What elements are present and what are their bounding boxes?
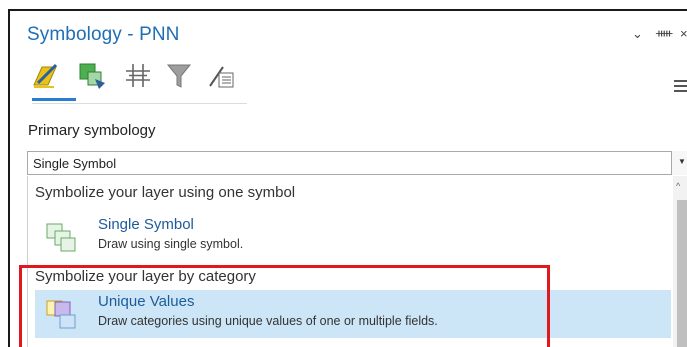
vertical-scrollbar[interactable]: ^ bbox=[673, 176, 687, 347]
primary-symbology-icon[interactable] bbox=[30, 59, 62, 91]
active-tab-indicator bbox=[32, 98, 76, 101]
option-description: Draw using single symbol. bbox=[98, 237, 244, 251]
vary-symbology-icon[interactable] bbox=[75, 59, 107, 91]
section-label: Primary symbology bbox=[28, 122, 156, 139]
option-description: Draw categories using unique values of o… bbox=[98, 314, 438, 328]
option-title: Single Symbol bbox=[98, 216, 194, 233]
filter-icon[interactable] bbox=[163, 59, 195, 91]
menu-icon[interactable] bbox=[674, 80, 687, 95]
option-single-symbol[interactable]: Single Symbol Draw using single symbol. bbox=[35, 213, 671, 261]
scroll-thumb[interactable] bbox=[677, 200, 687, 347]
option-unique-values[interactable]: Unique Values Draw categories using uniq… bbox=[35, 290, 671, 338]
single-symbol-icon bbox=[45, 221, 77, 253]
unique-values-icon bbox=[45, 298, 77, 330]
chevron-down-icon: ▼ bbox=[678, 157, 686, 166]
symbol-layer-drawing-icon[interactable] bbox=[122, 59, 154, 91]
pane-title: Symbology - PNN bbox=[27, 24, 180, 45]
scroll-up-icon[interactable]: ^ bbox=[676, 181, 680, 191]
primary-symbology-select[interactable]: Single Symbol bbox=[27, 151, 687, 175]
symbology-options-list: Symbolize your layer using one symbol Si… bbox=[27, 176, 671, 347]
dropdown-arrow-button[interactable]: ▼ bbox=[671, 151, 687, 175]
tab-divider bbox=[32, 103, 247, 104]
pin-icon[interactable]: ᚔ bbox=[656, 26, 672, 40]
label-properties-icon[interactable] bbox=[205, 59, 237, 91]
close-icon[interactable]: × bbox=[680, 26, 687, 41]
option-title: Unique Values bbox=[98, 293, 195, 310]
select-value: Single Symbol bbox=[33, 156, 117, 171]
group-header: Symbolize your layer by category bbox=[35, 268, 256, 285]
chevron-down-icon[interactable]: ⌄ bbox=[632, 26, 643, 42]
group-header: Symbolize your layer using one symbol bbox=[35, 184, 296, 201]
